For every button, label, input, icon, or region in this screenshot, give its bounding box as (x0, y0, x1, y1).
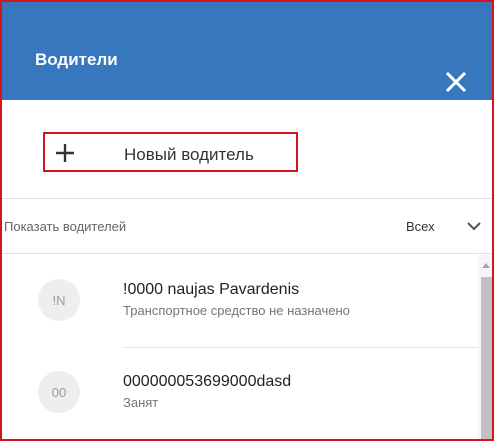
filter-select[interactable]: Всех (398, 214, 494, 238)
panel-title: Водители (35, 50, 118, 69)
plus-icon (56, 144, 74, 162)
chevron-down-icon (467, 222, 481, 231)
avatar: !N (38, 279, 80, 321)
driver-name: !0000 naujas Pavardenis (123, 281, 300, 298)
scroll-up-arrow-icon[interactable] (481, 261, 491, 269)
drivers-panel: Водители Новый водитель Показать водител… (0, 0, 494, 441)
scrollbar-thumb[interactable] (481, 277, 493, 441)
driver-status: Занят (123, 395, 159, 410)
filter-label: Показать водителей (4, 219, 127, 234)
close-icon (445, 71, 467, 93)
new-driver-label: Новый водитель (124, 145, 254, 164)
close-button[interactable] (444, 70, 468, 94)
filter-selected-value: Всех (406, 219, 435, 234)
new-driver-button[interactable]: Новый водитель (43, 132, 298, 172)
divider (0, 198, 494, 199)
driver-row[interactable]: !N !0000 naujas Pavardenis Транспортное … (0, 255, 478, 347)
driver-name: 000000053699000dasd (123, 373, 292, 390)
list-scrollbar[interactable] (478, 255, 494, 441)
avatar: 00 (38, 371, 80, 413)
panel-header: Водители (0, 0, 494, 100)
driver-status: Транспортное средство не назначено (123, 303, 350, 318)
divider (0, 253, 494, 254)
driver-list: !N !0000 naujas Pavardenis Транспортное … (0, 255, 478, 441)
driver-row[interactable]: 00 000000053699000dasd Занят (0, 348, 478, 440)
